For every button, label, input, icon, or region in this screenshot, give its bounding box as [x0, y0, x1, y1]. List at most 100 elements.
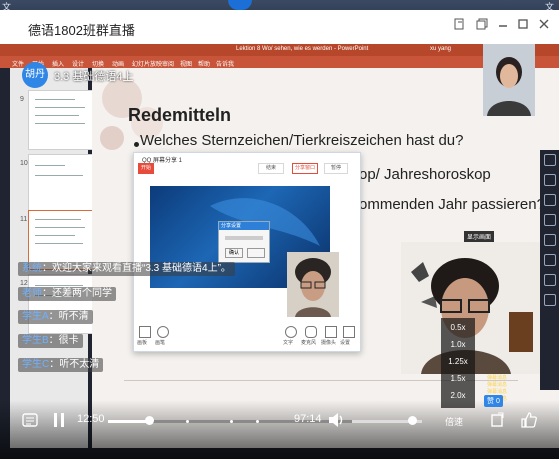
camera-icon[interactable]	[325, 326, 337, 338]
desktop-icon	[228, 0, 252, 10]
tool-icon[interactable]	[544, 174, 556, 186]
chat-text: 还差两个同学	[52, 288, 112, 299]
share-settings-popup: 分享设置 确认	[218, 221, 270, 263]
progress-knob[interactable]	[144, 416, 154, 425]
speed-menu: 0.5x 1.0x 1.25x 1.5x 2.0x	[441, 318, 475, 408]
chat-text: 听不清	[58, 311, 89, 322]
tool-icon[interactable]	[544, 234, 556, 246]
screen-share-tabs: 开始 结束 分享窗口 暂停	[138, 163, 354, 174]
tool-icon[interactable]	[544, 154, 556, 166]
progress-fill	[108, 420, 149, 423]
tab-end[interactable]: 结束	[258, 163, 284, 174]
slide-line-3: ommenden Jahr passieren?	[359, 196, 545, 213]
speed-option[interactable]: 1.0x	[441, 340, 475, 349]
ppt-tab: 文件	[12, 62, 25, 68]
ppt-tab: 告诉我	[216, 62, 235, 68]
danmaku-text: 弹幕消息	[487, 375, 508, 381]
rotate-icon[interactable]	[489, 412, 505, 433]
speed-option[interactable]: 1.25x	[441, 357, 475, 366]
window-list-icon[interactable]	[474, 18, 490, 34]
progress-marker[interactable]	[230, 420, 233, 423]
maximize-icon[interactable]	[515, 18, 531, 34]
total-time: 97:14	[294, 413, 322, 425]
teacher-video[interactable]	[483, 44, 535, 116]
chat-message: 学生C：听不太清	[18, 358, 104, 372]
tool-icon[interactable]	[544, 194, 556, 206]
ppt-account: xu yang	[430, 46, 452, 52]
ppt-tab: 帮助	[198, 62, 211, 68]
ppt-tab: 动画	[112, 62, 125, 68]
slide-line-1: Welches Sternzeichen/Tierkreiszeichen ha…	[140, 132, 464, 149]
chat-author[interactable]: 老师	[22, 288, 42, 299]
tool-icon[interactable]	[544, 274, 556, 286]
cancel-button[interactable]	[247, 248, 265, 258]
volume-icon[interactable]	[327, 411, 345, 434]
ppt-tab: 切换	[92, 62, 105, 68]
speed-option[interactable]: 2.0x	[441, 391, 475, 400]
slide-thumbnail-active[interactable]	[28, 210, 96, 270]
text-icon[interactable]	[285, 326, 297, 338]
chat-message: 老师：还差两个同学	[18, 287, 116, 301]
playlist-icon[interactable]	[22, 412, 38, 433]
board-icon[interactable]	[139, 326, 151, 338]
window-title: 德语1802班群直播	[28, 23, 135, 38]
right-toolbar	[540, 150, 559, 390]
ppt-tab: 幻灯片放映	[132, 62, 163, 68]
chat-author[interactable]: 学生B	[22, 335, 49, 346]
confirm-button[interactable]: 确认	[225, 248, 243, 258]
tool-icon[interactable]	[544, 294, 556, 306]
toolbar-label: 麦克风	[301, 340, 317, 346]
speed-option[interactable]: 0.5x	[441, 323, 475, 332]
slide-heading: Redemitteln	[128, 105, 232, 125]
avatar[interactable]: 胡丹	[22, 62, 48, 88]
tool-icon[interactable]	[544, 214, 556, 226]
student-video-small	[287, 252, 339, 317]
ppt-tab: 插入	[52, 62, 65, 68]
toolbar-label: 文字	[283, 340, 294, 346]
progress-marker[interactable]	[256, 420, 259, 423]
bullet	[134, 142, 139, 147]
slide-thumbnail[interactable]	[28, 90, 96, 150]
microphone-icon[interactable]	[305, 326, 317, 338]
chat-text: 听不太清	[59, 359, 100, 370]
chat-author[interactable]: 系统	[22, 263, 42, 274]
share-icon[interactable]	[452, 18, 468, 34]
toolbar-label: 画笔	[155, 340, 166, 346]
tab-share-window[interactable]: 分享窗口	[292, 163, 318, 174]
ppt-tab: 设计	[72, 62, 85, 68]
thumbs-up-icon[interactable]	[520, 411, 538, 434]
close-icon[interactable]	[536, 18, 552, 34]
current-time: 12:50	[77, 413, 105, 425]
tab-pause[interactable]: 暂停	[324, 163, 348, 174]
pen-icon[interactable]	[157, 326, 169, 338]
toolbar-label: 设置	[340, 340, 351, 346]
share-settings-line	[225, 236, 263, 240]
chat-message: 学生A：听不清	[18, 310, 93, 324]
player-controls	[0, 400, 559, 459]
slide-thumbnail-panel: 9 10 11 12	[10, 68, 96, 448]
tool-icon[interactable]	[544, 254, 556, 266]
ppt-ribbon: 文件 开始 插入 设计 切换 动画 幻灯片放映 审阅 视图 帮助 告诉我	[0, 56, 559, 68]
like-badge: 赞 0	[484, 395, 503, 407]
chat-message: 学生B：很卡	[18, 334, 83, 348]
progress-marker[interactable]	[186, 420, 189, 423]
slide-thumbnail[interactable]	[28, 154, 96, 214]
slide-thumbnail[interactable]	[28, 274, 96, 334]
chat-message: 系统：欢迎大家来观看直播“3.3 基础德语4上”。	[18, 262, 235, 276]
toolbar-label: 摄像头	[321, 340, 337, 346]
chat-author[interactable]: 学生C	[22, 359, 49, 370]
course-name: 3.3 基础德语4上	[54, 71, 134, 83]
danmaku-text: 弹幕消息	[487, 389, 508, 395]
tab-start[interactable]: 开始	[138, 163, 154, 174]
pause-icon[interactable]	[52, 411, 66, 434]
settings-icon[interactable]	[343, 326, 355, 338]
chat-text: 很卡	[58, 335, 79, 346]
speed-button[interactable]: 倍速	[445, 415, 463, 428]
ppt-tab: 视图	[180, 62, 193, 68]
minimize-icon[interactable]	[495, 18, 511, 34]
ppt-title-bar: Lektion 8 Wo/ sehen, wie es werden - Pow…	[0, 44, 559, 56]
speed-option[interactable]: 1.5x	[441, 374, 475, 383]
thumb-number: 9	[20, 96, 24, 103]
ppt-doc-title: Lektion 8 Wo/ sehen, wie es werden - Pow…	[236, 46, 369, 52]
chat-author[interactable]: 学生A	[22, 311, 49, 322]
